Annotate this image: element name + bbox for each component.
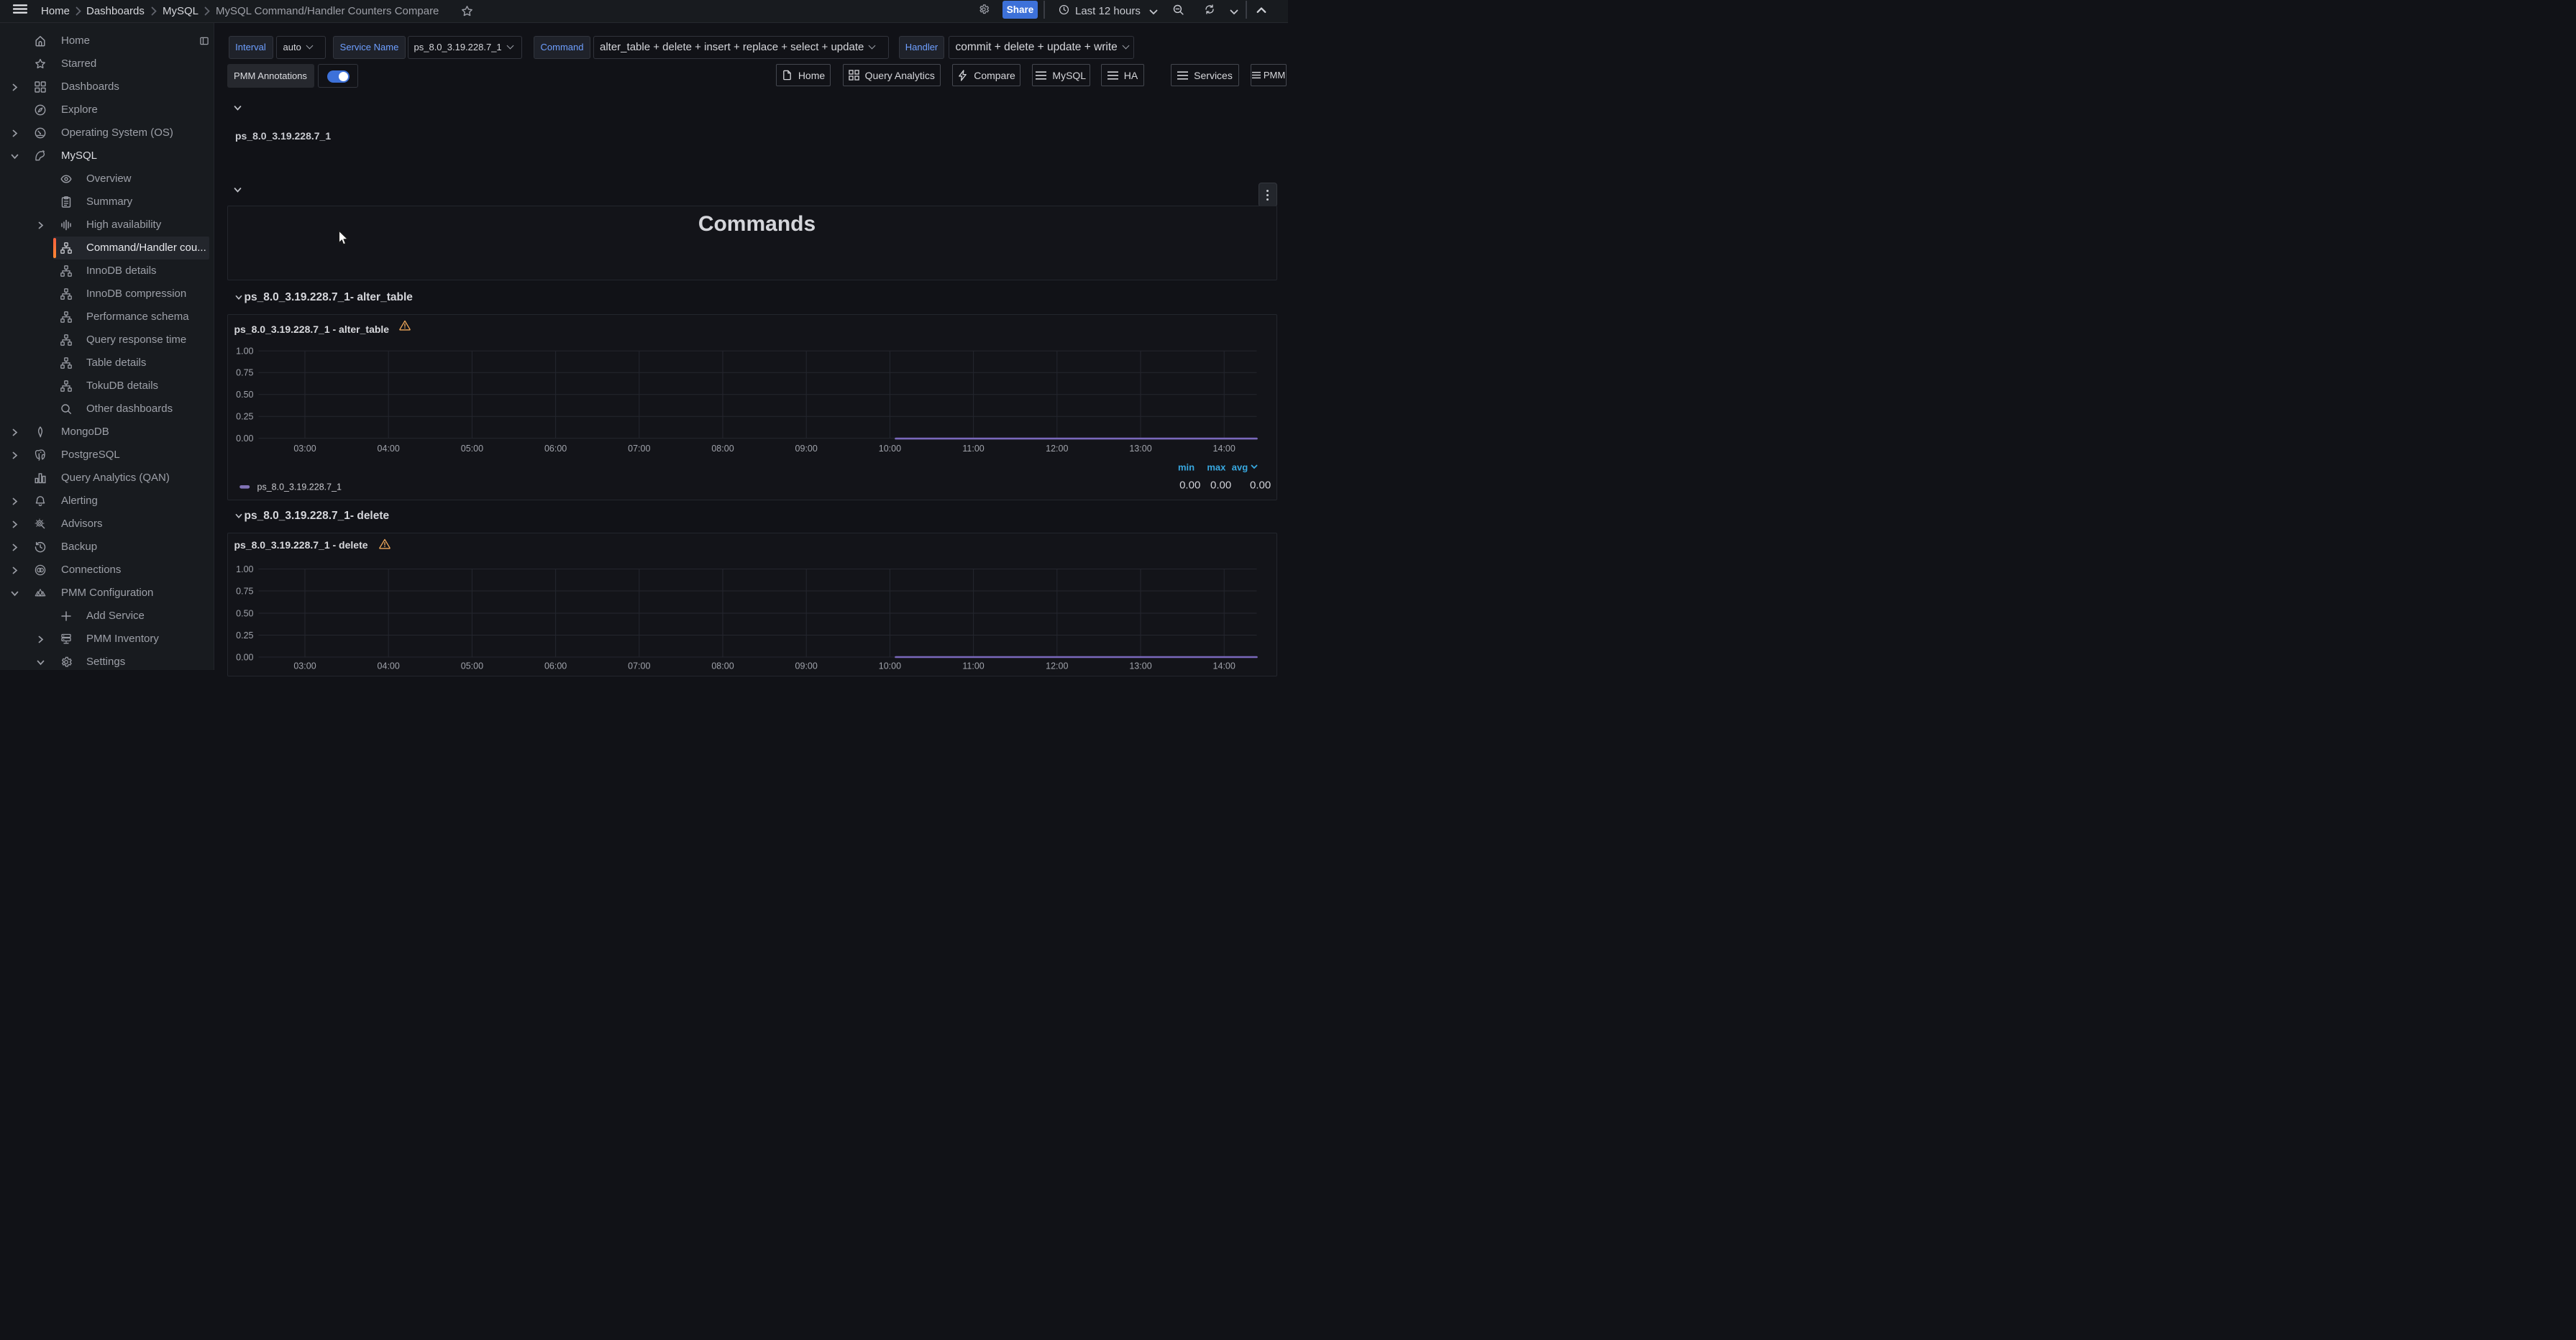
svg-text:14:00: 14:00 (1212, 661, 1235, 671)
svg-text:04:00: 04:00 (377, 444, 399, 454)
svg-text:max: max (1207, 462, 1226, 473)
svg-text:09:00: 09:00 (795, 444, 817, 454)
svg-text:03:00: 03:00 (293, 661, 316, 671)
svg-text:1.00: 1.00 (236, 347, 253, 357)
svg-text:06:00: 06:00 (544, 444, 566, 454)
svg-text:min: min (1177, 462, 1194, 473)
svg-text:0.25: 0.25 (236, 412, 253, 422)
svg-text:04:00: 04:00 (377, 661, 399, 671)
svg-text:0.00: 0.00 (1210, 479, 1230, 491)
svg-text:0.00: 0.00 (1249, 479, 1270, 491)
svg-text:11:00: 11:00 (962, 661, 984, 671)
svg-text:13:00: 13:00 (1129, 444, 1151, 454)
svg-text:12:00: 12:00 (1046, 661, 1068, 671)
svg-text:0.00: 0.00 (1179, 479, 1200, 491)
svg-text:10:00: 10:00 (878, 661, 900, 671)
svg-text:07:00: 07:00 (628, 661, 650, 671)
svg-text:05:00: 05:00 (460, 661, 483, 671)
svg-text:11:00: 11:00 (962, 444, 984, 454)
svg-text:0.25: 0.25 (236, 630, 253, 640)
svg-text:07:00: 07:00 (628, 444, 650, 454)
svg-text:08:00: 08:00 (711, 444, 734, 454)
svg-text:0.75: 0.75 (236, 368, 253, 378)
svg-text:0.75: 0.75 (236, 586, 253, 596)
svg-text:14:00: 14:00 (1212, 444, 1235, 454)
svg-text:avg: avg (1231, 462, 1247, 473)
svg-text:10:00: 10:00 (878, 444, 900, 454)
svg-text:09:00: 09:00 (795, 661, 817, 671)
svg-text:ps_8.0_3.19.228.7_1: ps_8.0_3.19.228.7_1 (257, 482, 342, 492)
svg-text:12:00: 12:00 (1046, 444, 1068, 454)
svg-text:0.50: 0.50 (236, 608, 253, 618)
svg-text:1.00: 1.00 (236, 564, 253, 574)
svg-text:0.00: 0.00 (236, 652, 253, 662)
svg-text:03:00: 03:00 (293, 444, 316, 454)
svg-text:08:00: 08:00 (711, 661, 734, 671)
svg-text:06:00: 06:00 (544, 661, 566, 671)
svg-text:13:00: 13:00 (1129, 661, 1151, 671)
svg-text:0.00: 0.00 (236, 433, 253, 444)
svg-text:05:00: 05:00 (460, 444, 483, 454)
svg-text:0.50: 0.50 (236, 390, 253, 400)
